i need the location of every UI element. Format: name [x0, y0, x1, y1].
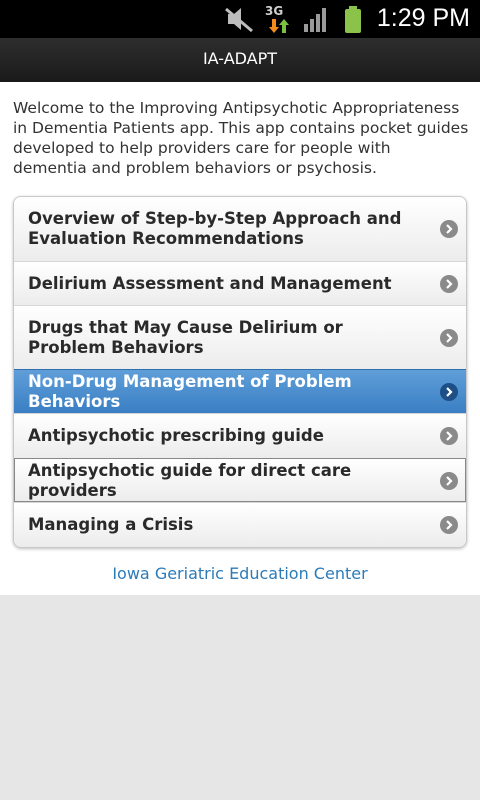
mute-icon	[225, 7, 253, 33]
network-type-label: 3G	[265, 4, 284, 18]
menu-item-overview[interactable]: Overview of Step-by-Step Approach and Ev…	[14, 197, 466, 261]
chevron-right-icon	[440, 471, 458, 490]
menu-item-direct-care-guide[interactable]: Antipsychotic guide for direct care prov…	[14, 458, 466, 502]
menu-item-label: Drugs that May Cause Delirium or Problem…	[28, 317, 343, 357]
status-bar: 3G 1:29 PM	[0, 0, 480, 38]
iowa-geriatric-link[interactable]: Iowa Geriatric Education Center	[0, 564, 480, 583]
page-title: IA-ADAPT	[202, 49, 278, 68]
menu-item-label: Antipsychotic prescribing guide	[28, 426, 324, 445]
menu-item-prescribing-guide[interactable]: Antipsychotic prescribing guide	[14, 413, 466, 458]
menu-item-label: Overview of Step-by-Step Approach and Ev…	[28, 209, 402, 248]
battery-icon	[345, 6, 361, 33]
data-arrows-icon	[269, 19, 289, 33]
intro-text: Welcome to the Improving Antipsychotic A…	[13, 99, 469, 177]
3g-data-icon: 3G	[262, 0, 292, 38]
menu-item-label: Managing a Crisis	[28, 515, 194, 534]
menu-item-delirium[interactable]: Delirium Assessment and Management	[14, 261, 466, 305]
chevron-right-icon	[440, 427, 458, 445]
signal-icon	[304, 8, 326, 32]
chevron-right-icon	[440, 274, 458, 293]
menu-item-label: Non-Drug Management of Problem Behaviors	[28, 371, 352, 411]
menu-item-label: Delirium Assessment and Management	[28, 273, 392, 293]
menu-list: Overview of Step-by-Step Approach and Ev…	[13, 196, 467, 548]
status-time: 1:29 PM	[376, 4, 470, 32]
menu-item-drugs[interactable]: Drugs that May Cause Delirium or Problem…	[14, 305, 466, 369]
chevron-right-icon	[440, 516, 458, 534]
app-header: IA-ADAPT	[0, 38, 480, 83]
chevron-right-icon	[440, 328, 458, 347]
menu-item-non-drug[interactable]: Non-Drug Management of Problem Behaviors	[14, 369, 466, 413]
chevron-right-icon	[440, 220, 458, 238]
content-area: Welcome to the Improving Antipsychotic A…	[0, 82, 480, 595]
menu-item-crisis[interactable]: Managing a Crisis	[14, 502, 466, 547]
menu-item-label: Antipsychotic guide for direct care prov…	[28, 460, 352, 500]
chevron-right-icon	[440, 382, 458, 401]
